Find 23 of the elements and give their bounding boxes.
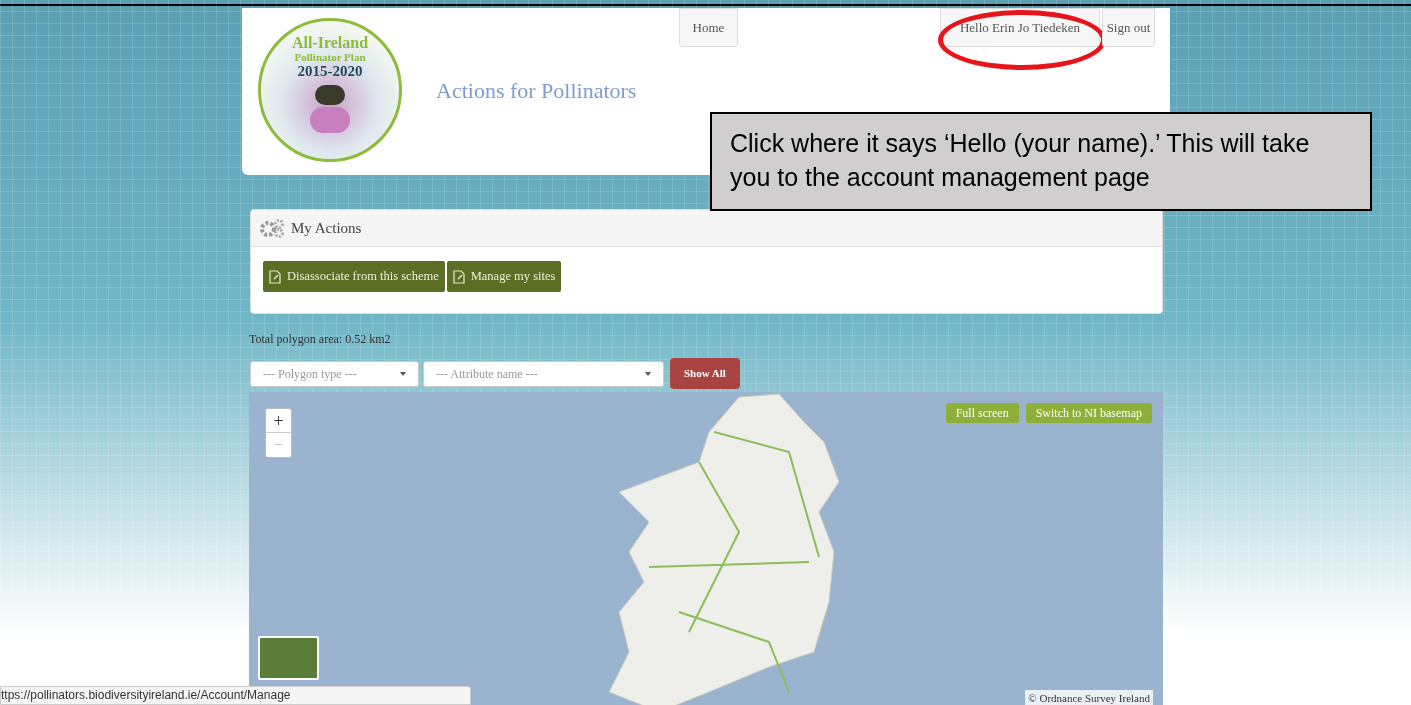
site-title: Actions for Pollinators bbox=[436, 77, 637, 105]
document-icon bbox=[452, 269, 465, 284]
filter-dropdown[interactable]: --- Attribute name --- bbox=[423, 360, 664, 387]
nav-link[interactable]: Sign out bbox=[1102, 8, 1155, 47]
panel-title: My Actions bbox=[291, 218, 362, 238]
caret-icon bbox=[400, 371, 406, 376]
map-attribution: © Ordnance Survey Ireland bbox=[1025, 689, 1153, 705]
document-icon bbox=[269, 269, 281, 284]
action-button[interactable]: Disassociate from this scheme bbox=[263, 261, 445, 292]
orthophoto-thumbnail[interactable] bbox=[258, 636, 319, 680]
show-all-button[interactable]: Show All bbox=[670, 358, 740, 389]
filter-dropdown[interactable]: --- Polygon type --- bbox=[250, 360, 419, 387]
gears-icon bbox=[259, 218, 285, 238]
logo-years: 2015-2020 bbox=[297, 64, 363, 79]
nav-link[interactable]: Home bbox=[679, 8, 738, 47]
annotation-callout: Click where it says ‘Hello (your name).’ This will take you to the account management page bbox=[710, 112, 1372, 211]
status-bar-url: ttps://pollinators.biodiversityireland.ie/Account/Manage bbox=[0, 686, 471, 705]
action-button[interactable]: Manage my sites bbox=[446, 261, 562, 292]
logo-title: All-Ireland bbox=[291, 35, 369, 51]
logo-subtitle: Pollinator Plan bbox=[294, 52, 366, 63]
total-area-text: Total polygon area: 0.52 km2 bbox=[249, 331, 391, 348]
caret-icon bbox=[645, 371, 651, 376]
zoom-in-button[interactable]: + bbox=[266, 409, 291, 433]
